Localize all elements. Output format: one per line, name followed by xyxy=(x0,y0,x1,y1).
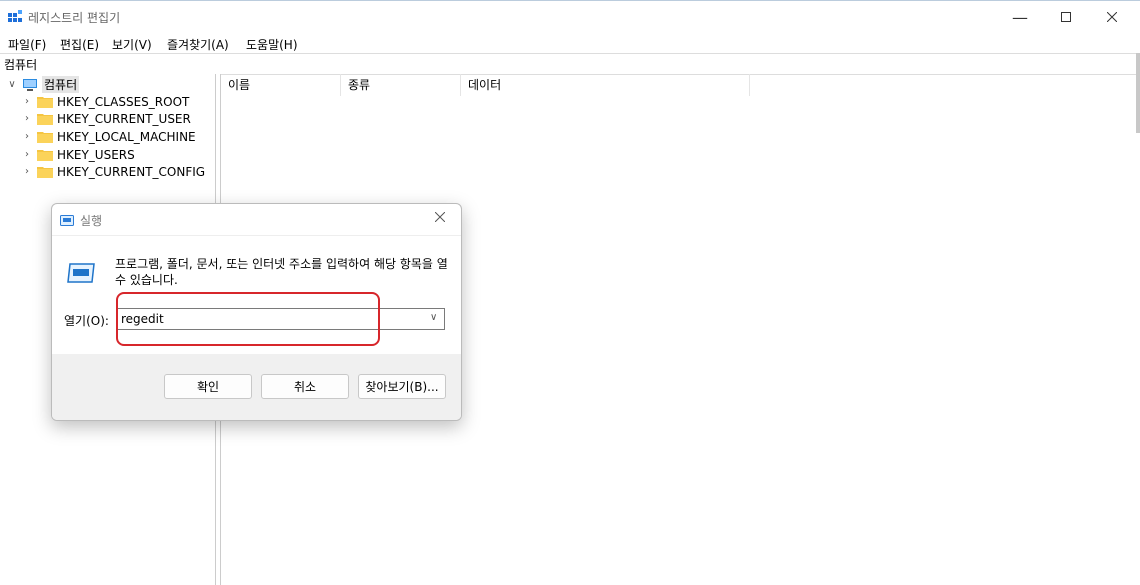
ok-button[interactable]: 확인 xyxy=(164,374,252,399)
run-icon xyxy=(60,215,74,226)
window-title: 레지스트리 편집기 xyxy=(28,11,121,25)
folder-icon xyxy=(37,149,53,161)
tree-node-computer[interactable]: ∨ 컴퓨터 xyxy=(6,76,80,93)
tree-node-label: HKEY_CURRENT_CONFIG xyxy=(57,164,206,179)
folder-icon xyxy=(37,96,53,108)
address-bar[interactable]: 컴퓨터 xyxy=(0,53,1140,75)
folder-icon xyxy=(37,113,53,125)
open-label: 열기(O): xyxy=(64,314,109,328)
menu-bar: 파일(F) 편집(E) 보기(V) 즐겨찾기(A) 도움말(H) xyxy=(0,33,1140,53)
run-icon xyxy=(67,263,95,283)
menu-help[interactable]: 도움말(H) xyxy=(246,36,298,53)
menu-edit[interactable]: 편집(E) xyxy=(60,36,99,53)
folder-icon xyxy=(37,166,53,178)
run-dialog-title: 실행 xyxy=(80,214,103,228)
computer-icon xyxy=(23,78,37,91)
cancel-button[interactable]: 취소 xyxy=(261,374,349,399)
tree-node-hku[interactable]: › HKEY_USERS xyxy=(21,146,135,163)
run-dialog-footer: 확인 취소 찾아보기(B)... xyxy=(52,354,461,420)
title-bar: 레지스트리 편집기 — xyxy=(0,1,1140,33)
tree-node-label: 컴퓨터 xyxy=(42,76,80,93)
chevron-right-icon[interactable]: › xyxy=(21,166,33,177)
tree-node-label: HKEY_CLASSES_ROOT xyxy=(57,94,190,109)
chevron-down-icon[interactable]: ∨ xyxy=(6,79,18,90)
tree-node-hklm[interactable]: › HKEY_LOCAL_MACHINE xyxy=(21,128,196,145)
divider xyxy=(52,235,461,236)
minimize-button[interactable]: — xyxy=(997,1,1043,33)
registry-editor-icon xyxy=(8,10,22,22)
column-header-data[interactable]: 데이터 xyxy=(461,74,750,96)
chevron-right-icon[interactable]: › xyxy=(21,149,33,160)
tree-node-label: HKEY_USERS xyxy=(57,147,135,162)
address-path: 컴퓨터 xyxy=(4,58,38,72)
tree-node-hkcr[interactable]: › HKEY_CLASSES_ROOT xyxy=(21,93,189,110)
run-dialog-description: 프로그램, 폴더, 문서, 또는 인터넷 주소를 입력하여 해당 항목을 열 수… xyxy=(115,257,448,287)
chevron-right-icon[interactable]: › xyxy=(21,113,33,124)
tree-node-hkcc[interactable]: › HKEY_CURRENT_CONFIG xyxy=(21,163,205,180)
column-header-type[interactable]: 종류 xyxy=(341,74,461,96)
close-icon xyxy=(1107,12,1117,22)
run-dialog: 실행 프로그램, 폴더, 문서, 또는 인터넷 주소를 입력하여 해당 항목을 … xyxy=(51,203,462,421)
close-button[interactable] xyxy=(1089,1,1135,33)
folder-icon xyxy=(37,131,53,143)
run-dialog-title-bar: 실행 xyxy=(60,212,102,229)
run-dialog-close-button[interactable] xyxy=(434,210,446,226)
close-icon xyxy=(434,211,446,223)
chevron-right-icon[interactable]: › xyxy=(21,96,33,107)
maximize-button[interactable] xyxy=(1043,1,1089,33)
maximize-icon xyxy=(1061,12,1071,22)
menu-file[interactable]: 파일(F) xyxy=(8,36,46,53)
tree-node-hkcu[interactable]: › HKEY_CURRENT_USER xyxy=(21,110,191,127)
chevron-right-icon[interactable]: › xyxy=(21,131,33,142)
column-header-name[interactable]: 이름 xyxy=(221,74,341,96)
menu-favorites[interactable]: 즐겨찾기(A) xyxy=(167,36,229,53)
chevron-down-icon[interactable]: ∨ xyxy=(430,312,437,323)
browse-button[interactable]: 찾아보기(B)... xyxy=(358,374,446,399)
tree-node-label: HKEY_LOCAL_MACHINE xyxy=(57,129,196,144)
menu-view[interactable]: 보기(V) xyxy=(112,36,152,53)
minimize-icon: — xyxy=(1012,7,1028,27)
highlight-annotation xyxy=(116,292,380,346)
tree-node-label: HKEY_CURRENT_USER xyxy=(57,111,191,126)
